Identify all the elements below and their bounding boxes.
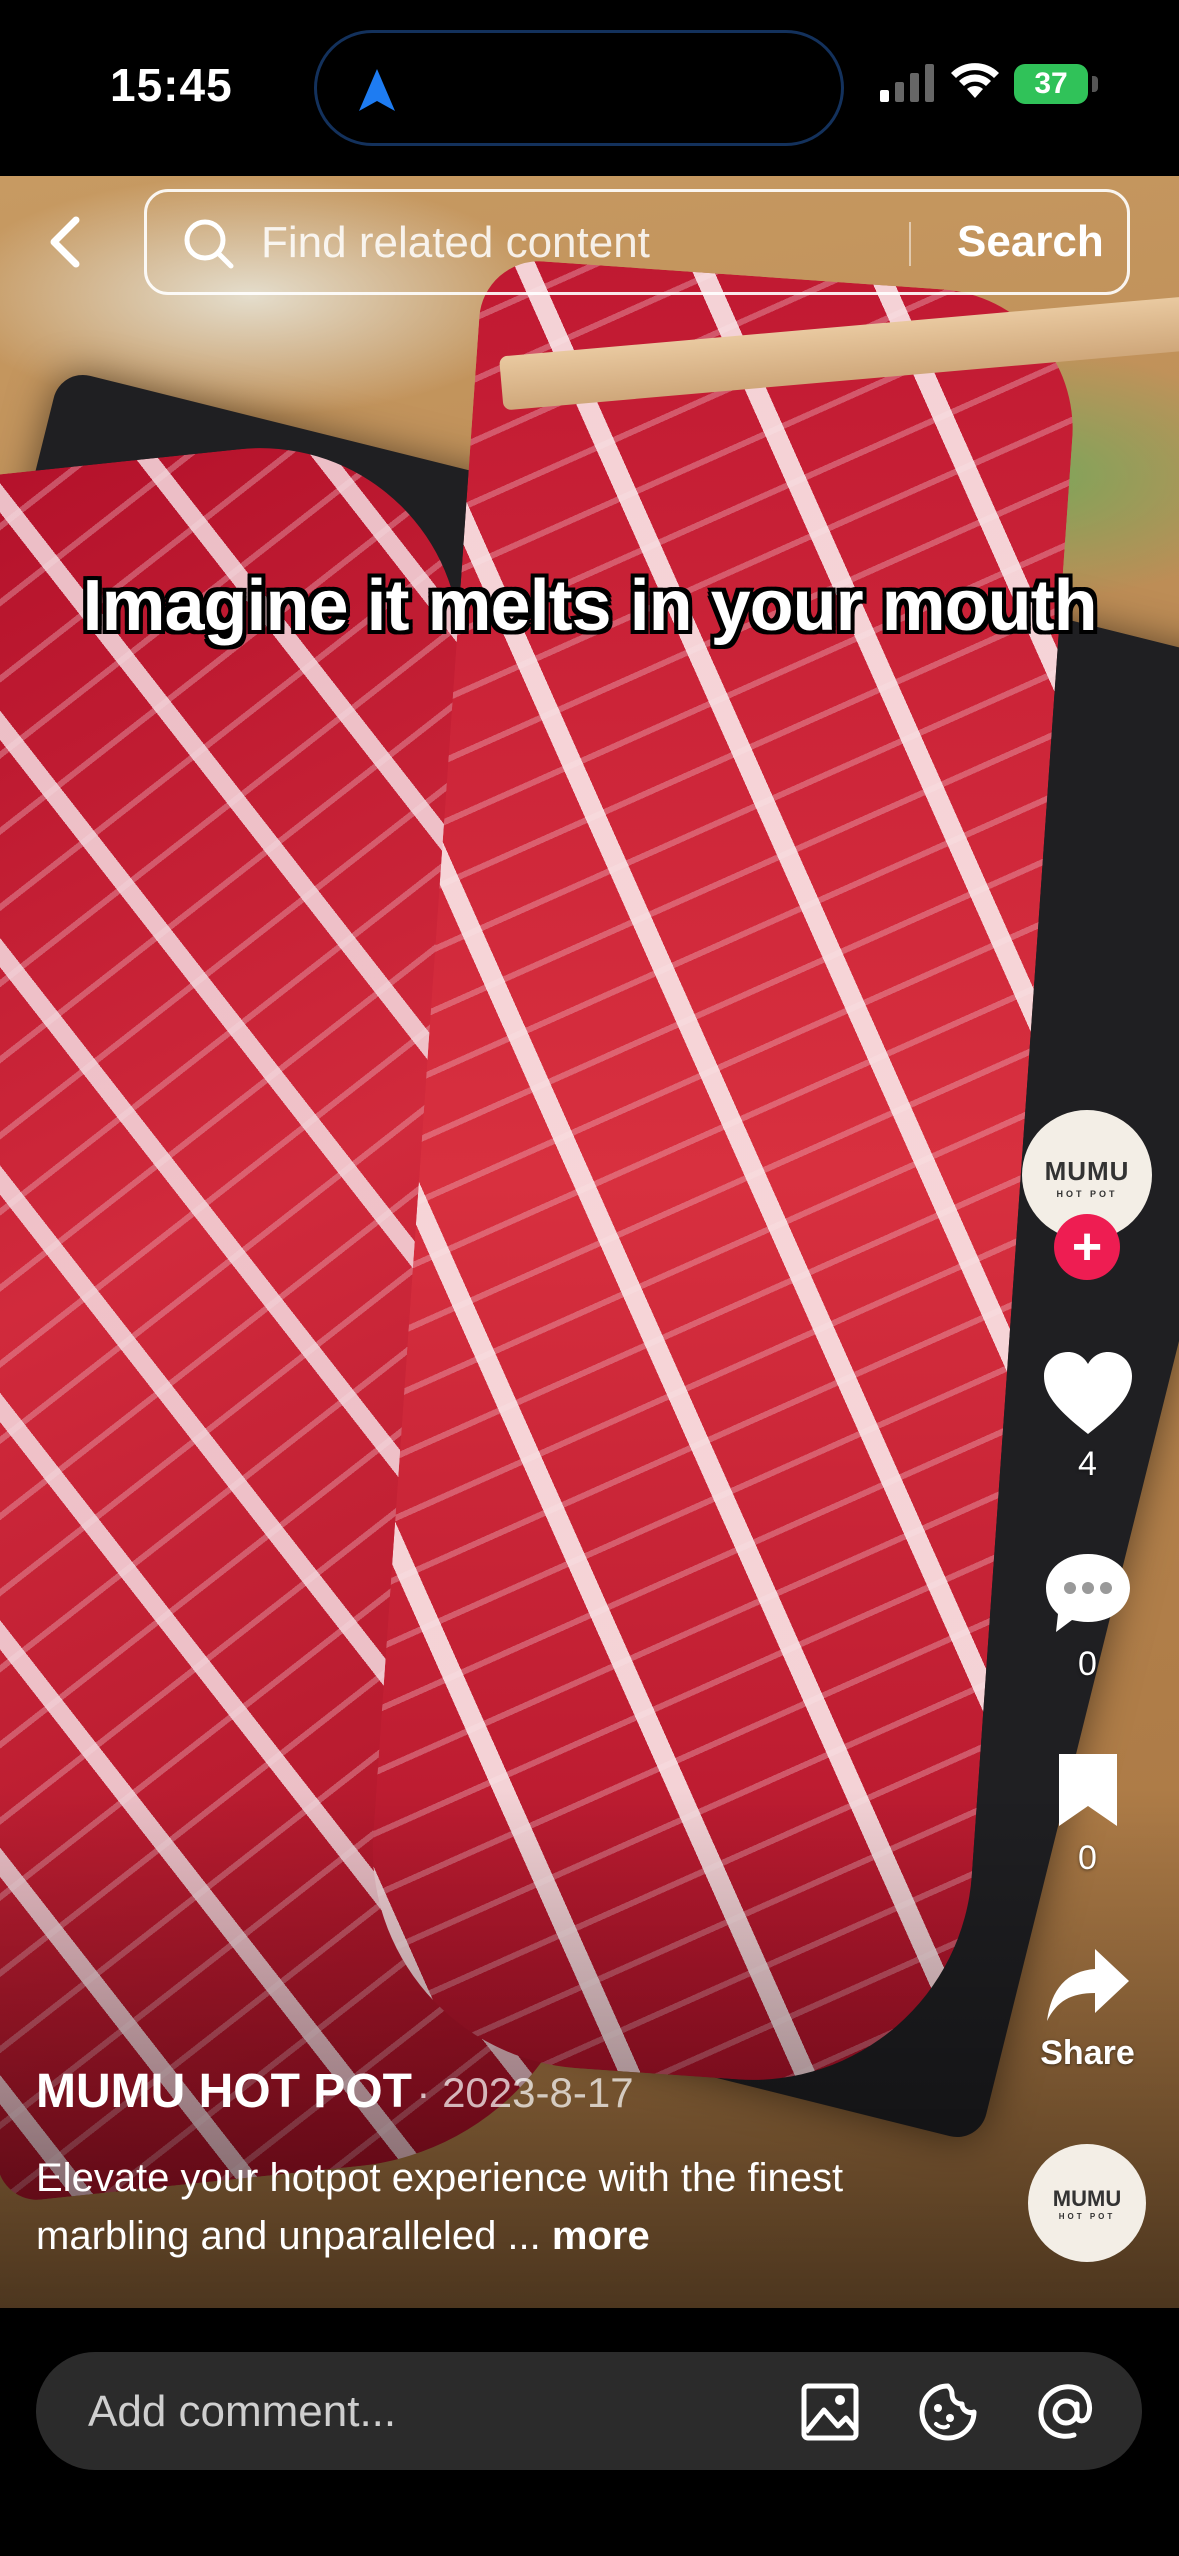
post-info: MUMU HOT POT · 2023-8-17 Elevate your ho… xyxy=(36,2064,916,2265)
sound-disc[interactable]: MUMU HOT POT xyxy=(1028,2144,1146,2262)
like-button[interactable]: 4 xyxy=(1010,1350,1165,1484)
dynamic-island[interactable] xyxy=(314,30,844,146)
description-text: Elevate your hotpot experience with the … xyxy=(36,2156,844,2258)
comment-bubble-icon xyxy=(1045,1554,1130,1632)
navigation-arrow-icon xyxy=(359,69,395,111)
follow-button[interactable]: + xyxy=(1054,1214,1120,1280)
cellular-signal-icon xyxy=(880,64,934,102)
bookmark-icon xyxy=(1058,1754,1117,1826)
comment-bar[interactable] xyxy=(36,2352,1142,2472)
battery-indicator: 37 xyxy=(1014,64,1088,104)
more-link[interactable]: more xyxy=(552,2214,650,2258)
comment-area xyxy=(0,2308,1179,2556)
heart-icon xyxy=(1043,1352,1132,1434)
status-bar: 15:45 37 xyxy=(0,0,1179,176)
comment-count: 0 xyxy=(1078,1645,1097,1683)
post-date: · 2023-8-17 xyxy=(416,2069,634,2116)
avatar-sub: HOT POT xyxy=(1056,1189,1118,1199)
search-bar[interactable]: Search xyxy=(144,189,1130,295)
status-time: 15:45 xyxy=(110,59,233,111)
disc-sub: HOT POT xyxy=(1058,2212,1116,2221)
author-name[interactable]: MUMU HOT POT xyxy=(36,2065,412,2118)
video-caption: Imagine it melts in your mouth xyxy=(82,566,1097,646)
avatar-brand: MUMU xyxy=(1044,1156,1130,1186)
search-button[interactable]: Search xyxy=(937,192,1124,292)
share-arrow-icon xyxy=(1046,1949,1129,2021)
battery-cap xyxy=(1092,76,1098,92)
post-description[interactable]: Elevate your hotpot experience with the … xyxy=(36,2149,916,2265)
save-button[interactable]: 0 xyxy=(1010,1750,1165,1878)
like-count: 4 xyxy=(1078,1445,1097,1483)
comment-button[interactable]: 0 xyxy=(1010,1550,1165,1684)
search-input[interactable] xyxy=(259,192,823,294)
search-icon xyxy=(184,219,234,269)
wifi-icon xyxy=(951,63,999,98)
image-icon[interactable] xyxy=(800,2382,860,2442)
disc-brand: MUMU xyxy=(1052,2186,1122,2211)
search-divider xyxy=(909,222,911,266)
mention-icon[interactable] xyxy=(1036,2382,1096,2442)
comment-input[interactable] xyxy=(86,2352,770,2472)
video-player[interactable] xyxy=(0,176,1179,2308)
share-label: Share xyxy=(1040,2034,1135,2072)
save-count: 0 xyxy=(1078,1839,1097,1877)
share-button[interactable]: Share xyxy=(1010,1945,1165,2073)
emoji-icon[interactable] xyxy=(918,2382,978,2442)
back-icon[interactable] xyxy=(36,210,100,274)
